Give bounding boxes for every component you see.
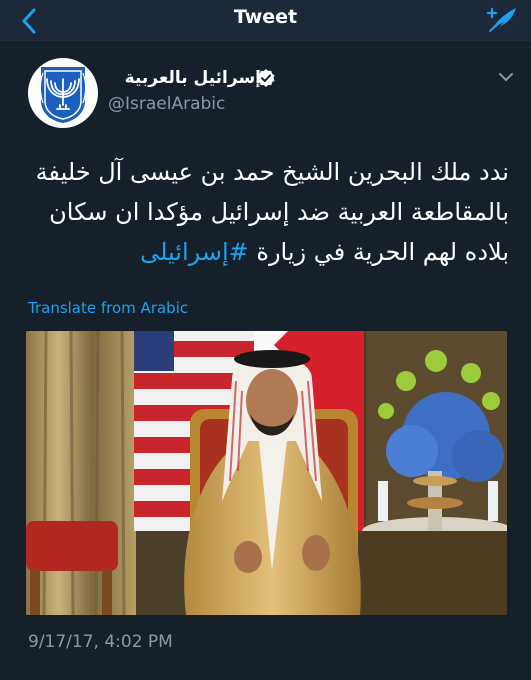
avatar[interactable]	[28, 58, 98, 128]
feather-compose-icon	[486, 7, 516, 32]
chevron-down-icon	[499, 73, 513, 82]
tweet-options-button[interactable]	[495, 66, 517, 88]
tweet-photo[interactable]	[26, 331, 507, 615]
tweet-text: ندد ملك البحرين الشيخ حمد بن عيسى آل خلي…	[19, 152, 509, 272]
author-name[interactable]: إسرائيل بالعربية	[125, 68, 261, 88]
compose-tweet-button[interactable]	[485, 4, 521, 36]
author-handle[interactable]: @IsraelArabic	[108, 94, 225, 114]
hashtag-link[interactable]: #إسرائيلى	[140, 238, 249, 266]
tweet-text-line: بالمقاطعة العربية ضد إسرائيل مؤكدا ان سك…	[49, 198, 509, 226]
page-title: Tweet	[233, 6, 298, 28]
translate-link[interactable]: Translate from Arabic	[28, 299, 188, 317]
verified-badge-icon	[256, 68, 276, 88]
tweet-timestamp: 9/17/17, 4:02 PM	[28, 632, 173, 652]
nav-bar: Tweet	[0, 0, 531, 43]
tweet-text-line-last: بلاده لهم الحرية في زيارة #إسرائيلى	[19, 232, 509, 272]
tweet-text-line: بلاده لهم الحرية في زيارة	[256, 238, 509, 266]
photo-illustration	[26, 331, 507, 615]
tweet-text-line: ندد ملك البحرين الشيخ حمد بن عيسى آل خلي…	[35, 158, 509, 186]
menorah-emblem-icon	[39, 67, 87, 123]
